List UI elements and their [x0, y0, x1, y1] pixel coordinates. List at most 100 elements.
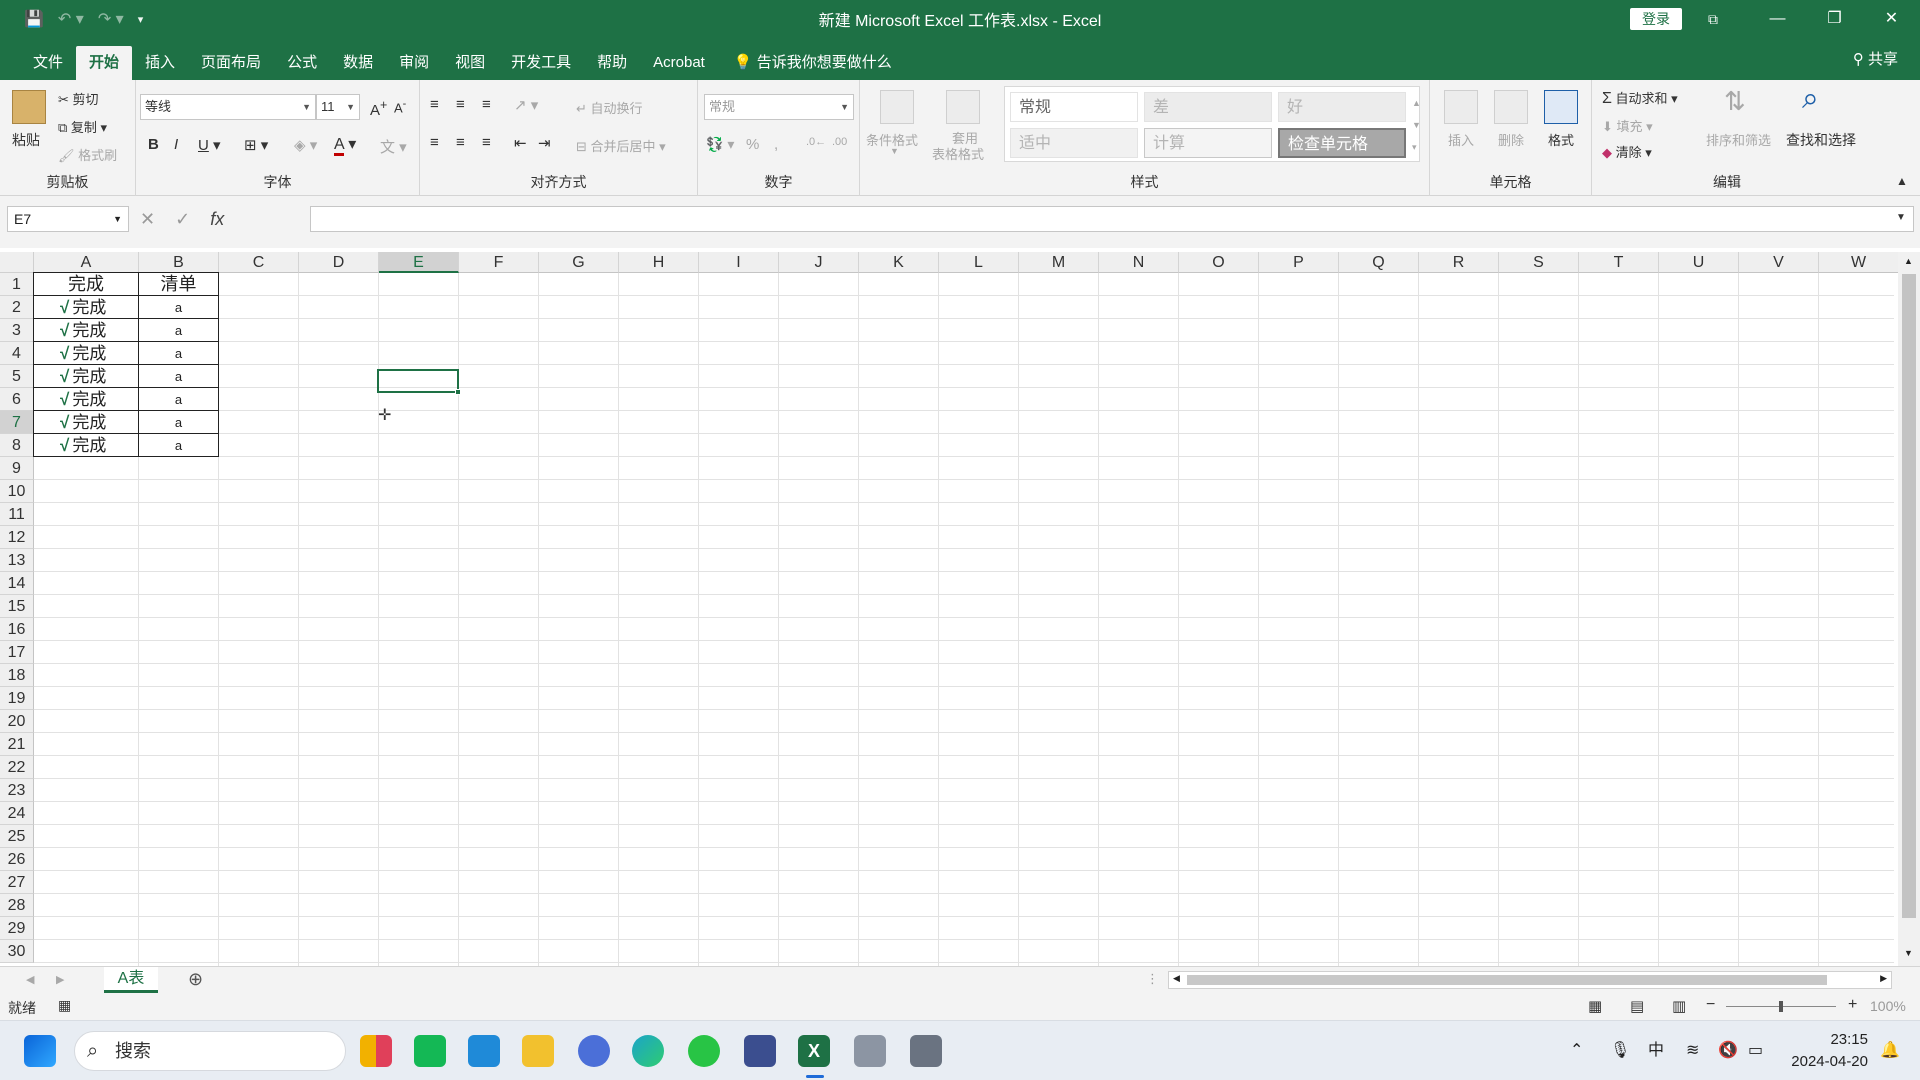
row-header-30[interactable]: 30	[0, 940, 34, 963]
row-header-12[interactable]: 12	[0, 526, 34, 549]
scroll-up-icon[interactable]: ▲	[1904, 256, 1913, 266]
battery-icon[interactable]: ▭	[1748, 1021, 1763, 1080]
align-left-icon[interactable]: ≡	[430, 134, 439, 151]
wifi-icon[interactable]: ≋	[1686, 1021, 1699, 1080]
app-wechat-icon[interactable]	[688, 1035, 720, 1067]
column-header-h[interactable]: H	[619, 252, 699, 273]
vertical-scroll-thumb[interactable]	[1902, 274, 1916, 918]
column-header-o[interactable]: O	[1179, 252, 1259, 273]
ime-indicator[interactable]: 中	[1648, 1021, 1664, 1080]
taskbar-search-input[interactable]: ⌕ 搜索	[74, 1031, 346, 1071]
align-middle-icon[interactable]: ≡	[456, 96, 465, 113]
row-header-27[interactable]: 27	[0, 871, 34, 894]
select-all-button[interactable]	[0, 252, 34, 273]
row-header-19[interactable]: 19	[0, 687, 34, 710]
comma-icon[interactable]: ,	[774, 136, 778, 153]
tell-me-search[interactable]: 💡 告诉我你想要做什么	[718, 46, 892, 80]
minimize-icon[interactable]: —	[1749, 0, 1806, 38]
bold-button[interactable]: B	[148, 136, 159, 153]
column-header-u[interactable]: U	[1659, 252, 1739, 273]
row-header-11[interactable]: 11	[0, 503, 34, 526]
insert-function-icon[interactable]: fx	[210, 209, 224, 229]
column-header-l[interactable]: L	[939, 252, 1019, 273]
increase-font-button[interactable]: A+	[370, 98, 387, 119]
row-header-29[interactable]: 29	[0, 917, 34, 940]
cancel-icon[interactable]: ✕	[140, 209, 155, 229]
style-good[interactable]: 好	[1278, 92, 1406, 122]
app-browser-icon[interactable]	[578, 1035, 610, 1067]
save-icon[interactable]: 💾	[24, 9, 44, 29]
page-layout-view-icon[interactable]: ▤	[1630, 997, 1644, 1015]
row-header-21[interactable]: 21	[0, 733, 34, 756]
paste-icon[interactable]	[12, 90, 46, 124]
next-sheet-icon[interactable]: ▶	[56, 973, 64, 986]
decrease-font-button[interactable]: A-	[394, 98, 406, 115]
horizontal-scrollbar[interactable]: ◀ ▶	[1168, 971, 1892, 989]
align-bottom-icon[interactable]: ≡	[482, 96, 491, 113]
row-header-22[interactable]: 22	[0, 756, 34, 779]
tab-data[interactable]: 数据	[330, 46, 386, 80]
column-header-p[interactable]: P	[1259, 252, 1339, 273]
customize-qat-icon[interactable]: ▾	[138, 13, 144, 26]
column-header-v[interactable]: V	[1739, 252, 1819, 273]
sheet-tab[interactable]: A表	[104, 967, 158, 993]
column-header-i[interactable]: I	[699, 252, 779, 273]
borders-button[interactable]: ⊞ ▾	[244, 136, 268, 154]
row-header-2[interactable]: 2	[0, 296, 34, 319]
insert-cells-button[interactable]: 插入	[1448, 130, 1474, 149]
app-tool-icon[interactable]	[854, 1035, 886, 1067]
show-hidden-icons[interactable]: ⌃	[1570, 1021, 1583, 1080]
row-header-6[interactable]: 6	[0, 388, 34, 411]
align-center-icon[interactable]: ≡	[456, 134, 465, 151]
font-color-button[interactable]: A ▾	[334, 134, 356, 156]
column-header-c[interactable]: C	[219, 252, 299, 273]
delete-cells-button[interactable]: 删除	[1498, 130, 1524, 149]
fill-color-button[interactable]: ◈ ▾	[294, 136, 317, 154]
row-header-24[interactable]: 24	[0, 802, 34, 825]
volume-muted-icon[interactable]: 🔇	[1718, 1021, 1738, 1080]
cell-a4[interactable]: √ 完成	[33, 341, 139, 365]
row-header-10[interactable]: 10	[0, 480, 34, 503]
tab-page-layout[interactable]: 页面布局	[188, 46, 274, 80]
cell-a7[interactable]: √ 完成	[33, 410, 139, 434]
ribbon-display-icon[interactable]: ⧉	[1708, 0, 1718, 38]
tab-acrobat[interactable]: Acrobat	[640, 46, 718, 80]
app-vscode-icon[interactable]	[468, 1035, 500, 1067]
app-excel-icon[interactable]: X	[798, 1035, 830, 1067]
style-bad[interactable]: 差	[1144, 92, 1272, 122]
enter-icon[interactable]: ✓	[175, 209, 190, 229]
column-header-r[interactable]: R	[1419, 252, 1499, 273]
decrease-indent-icon[interactable]: ⇤	[514, 134, 527, 152]
scroll-down-icon[interactable]: ▼	[1904, 948, 1913, 958]
vertical-scrollbar[interactable]: ▲ ▼	[1898, 252, 1920, 966]
cell-b5[interactable]: a	[138, 364, 219, 388]
style-normal[interactable]: 常规	[1010, 92, 1138, 122]
app-other-icon[interactable]	[910, 1035, 942, 1067]
page-break-view-icon[interactable]: ▥	[1672, 997, 1686, 1015]
zoom-level[interactable]: 100%	[1870, 998, 1906, 1014]
zoom-out-icon[interactable]: −	[1706, 996, 1715, 1014]
column-header-j[interactable]: J	[779, 252, 859, 273]
row-header-8[interactable]: 8	[0, 434, 34, 457]
column-header-b[interactable]: B	[139, 252, 219, 273]
find-select-button[interactable]: 查找和选择	[1786, 130, 1856, 150]
row-header-23[interactable]: 23	[0, 779, 34, 802]
column-header-k[interactable]: K	[859, 252, 939, 273]
restore-icon[interactable]: ❐	[1806, 0, 1863, 38]
sort-filter-icon[interactable]: ⇅	[1724, 86, 1746, 117]
cell-b7[interactable]: a	[138, 410, 219, 434]
decrease-decimal-icon[interactable]: .00	[832, 136, 847, 148]
cell-b4[interactable]: a	[138, 341, 219, 365]
font-size-select[interactable]: 11 ▼	[316, 94, 360, 120]
expand-formula-icon[interactable]: ▼	[1896, 212, 1906, 223]
find-select-icon[interactable]: ⌕	[1802, 82, 1819, 116]
wrap-text-button[interactable]: ↵ 自动换行	[576, 98, 643, 117]
tab-review[interactable]: 审阅	[386, 46, 442, 80]
cut-button[interactable]: ✂ 剪切	[58, 89, 99, 108]
fill-handle[interactable]	[455, 389, 461, 395]
row-header-14[interactable]: 14	[0, 572, 34, 595]
table-format-label-2[interactable]: 表格格式	[932, 144, 984, 163]
font-name-select[interactable]: 等线 ▼	[140, 94, 316, 120]
row-header-25[interactable]: 25	[0, 825, 34, 848]
cell-b1[interactable]: 清单	[138, 272, 219, 296]
